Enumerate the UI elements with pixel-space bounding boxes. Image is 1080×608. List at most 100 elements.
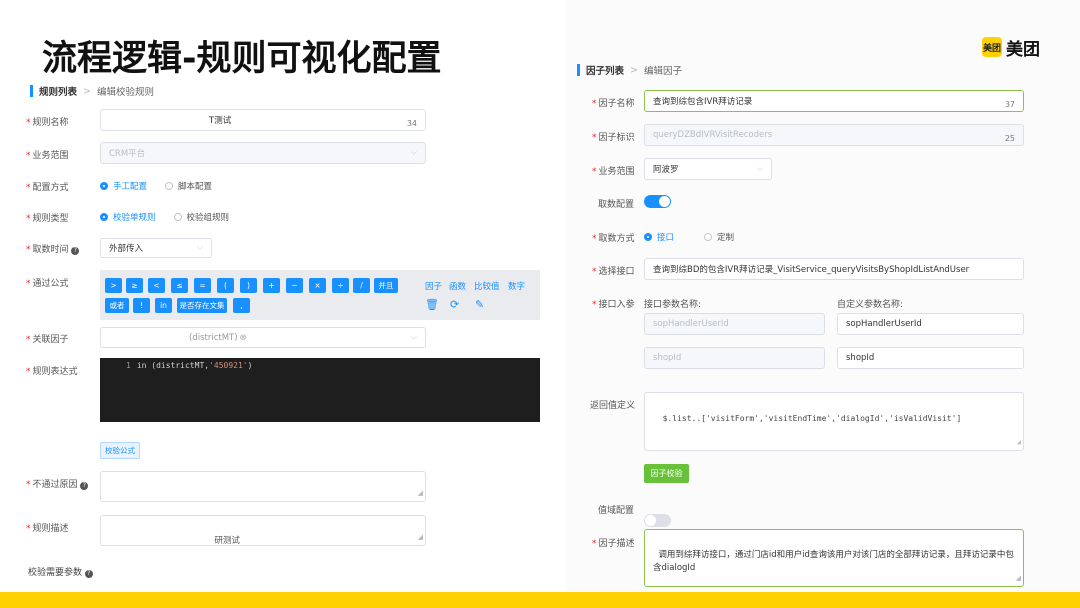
fetch-mode-radios: 接口 定制 — [644, 231, 752, 243]
symbol-exists-button[interactable]: 是否存在文集 — [177, 298, 227, 313]
factor-desc-textarea[interactable]: 调用到综拜访接口，通过门店id和用户id查询该用户对该门店的全部拜访记录，且拜访… — [644, 529, 1024, 587]
symbol-plus-button[interactable]: + — [263, 278, 280, 293]
radio-custom-label[interactable]: 定制 — [717, 231, 734, 243]
edit-icon[interactable]: ✎ — [475, 298, 484, 311]
symbol-gt-button[interactable]: > — [105, 278, 122, 293]
factor-biz-scope-select[interactable]: 阿波罗 ⌵ — [644, 158, 772, 180]
tag-close-icon[interactable]: ⊗ — [240, 333, 247, 343]
radio-single-rule-label[interactable]: 校验单规则 — [113, 211, 156, 223]
formula-link-number[interactable]: 数字 — [508, 280, 525, 292]
biz-scope-select[interactable]: CRM平台 ⌵ — [100, 142, 426, 164]
radio-script-config-label[interactable]: 脚本配置 — [178, 180, 212, 192]
radio-group-rule-label[interactable]: 校验组规则 — [187, 211, 230, 223]
symbol-multiply-button[interactable]: × — [309, 278, 326, 293]
custom-param-name-header: 自定义参数名称: — [837, 300, 904, 310]
custom-param-input-1[interactable]: sopHandlerUserId — [837, 313, 1024, 335]
radio-single-rule[interactable] — [100, 213, 108, 221]
symbol-slash-button[interactable]: / — [353, 278, 370, 293]
return-def-label: 返回值定义 — [590, 401, 636, 411]
resize-handle-icon[interactable]: ◢ — [1017, 436, 1021, 449]
code-keyword: in (districtMT, — [136, 361, 210, 370]
api-param-input-2[interactable]: shopId — [644, 347, 825, 369]
radio-manual-config-label[interactable]: 手工配置 — [113, 180, 147, 192]
linked-factor-tag[interactable]: (districtMT) ⊗ — [189, 333, 247, 343]
footer-accent-bar — [0, 592, 1080, 608]
radio-script-config[interactable] — [165, 182, 174, 190]
symbol-lt-button[interactable]: < — [148, 278, 165, 293]
chevron-down-icon: ⌵ — [410, 332, 417, 341]
factor-desc-value: 调用到综拜访接口，通过门店id和用户id查询该用户对该门店的全部拜访记录，且拜访… — [653, 550, 1014, 573]
chevron-down-icon: ⌵ — [410, 147, 417, 157]
trash-icon[interactable]: 🗑 — [425, 298, 439, 311]
config-mode-label: * 配置方式 — [26, 183, 69, 193]
rule-desc-value: 研测试 — [214, 536, 240, 546]
fail-reason-label: * 不通过原因 ? — [26, 477, 89, 490]
factor-name-input[interactable]: 查询到综包含IVR拜访记录 37 — [644, 90, 1024, 112]
rule-desc-textarea[interactable]: 研测试 ◢ — [100, 515, 426, 546]
fetch-time-select[interactable]: 外部传入 ⌵ — [100, 238, 212, 258]
meituan-logo-icon: 美团 — [982, 37, 1002, 57]
formula-symbol-panel: > ≥ < ≤ = ( ) + − × ÷ / 并且 或者 ! in 是否存在文… — [100, 270, 540, 320]
select-api-label: * 选择接口 — [592, 267, 635, 277]
symbol-or-button[interactable]: 或者 — [105, 298, 129, 313]
custom-param-value-2: shopId — [846, 353, 875, 363]
fail-reason-textarea[interactable]: ◢ — [100, 471, 426, 502]
factor-biz-scope-value: 阿波罗 — [653, 165, 679, 175]
breadcrumb-separator: > — [630, 64, 638, 76]
fetch-mode-label: * 取数方式 — [592, 234, 635, 244]
api-params-label: * 接口入参 — [592, 300, 635, 310]
radio-manual-config[interactable] — [100, 182, 108, 190]
return-def-textarea[interactable]: $.list..['visitForm','visitEndTime','dia… — [644, 392, 1024, 451]
symbol-gte-button[interactable]: ≥ — [126, 278, 143, 293]
api-param-input-1[interactable]: sopHandlerUserId — [644, 313, 825, 335]
symbol-rparen-button[interactable]: ) — [240, 278, 257, 293]
formula-label: * 通过公式 — [26, 279, 69, 289]
symbol-lparen-button[interactable]: ( — [217, 278, 234, 293]
range-config-label: 值域配置 — [598, 506, 635, 516]
code-end: ) — [247, 361, 253, 370]
resize-handle-icon[interactable]: ◢ — [418, 531, 423, 544]
check-formula-button[interactable]: 校验公式 — [100, 442, 140, 459]
radio-api[interactable] — [644, 233, 652, 241]
fetch-time-value: 外部传入 — [109, 244, 144, 254]
range-config-switch[interactable] — [644, 514, 671, 527]
radio-api-label[interactable]: 接口 — [657, 231, 674, 243]
factor-id-input[interactable]: queryDZBdIVRVisitRecoders 25 — [644, 124, 1024, 146]
line-number: 1 — [126, 361, 131, 370]
breadcrumb-accent — [577, 64, 580, 76]
symbol-eq-button[interactable]: = — [194, 278, 211, 293]
formula-link-compare[interactable]: 比较值 — [474, 280, 500, 292]
resize-handle-icon[interactable]: ◢ — [1016, 572, 1021, 585]
symbol-not-button[interactable]: ! — [133, 298, 150, 313]
fetch-time-label: * 取数时间 ? — [26, 242, 80, 255]
symbol-minus-button[interactable]: − — [286, 278, 303, 293]
radio-custom[interactable] — [704, 233, 713, 241]
symbol-divide-button[interactable]: ÷ — [332, 278, 349, 293]
rule-name-input[interactable]: T测试 34 — [100, 109, 426, 131]
select-api-select[interactable]: 查询到综BD的包含IVR拜访记录_VisitService_queryVisit… — [644, 258, 1024, 280]
fetch-config-switch[interactable] — [644, 195, 671, 208]
factor-name-value: 查询到综包含IVR拜访记录 — [653, 97, 753, 107]
factor-editor-panel — [566, 0, 1080, 592]
symbol-comma-button[interactable]: , — [233, 298, 250, 313]
resize-handle-icon[interactable]: ◢ — [418, 487, 423, 500]
rule-expr-code-editor[interactable]: 1 in (districtMT,'450921') — [100, 358, 540, 422]
breadcrumb-rule-list[interactable]: 规则列表 — [39, 84, 77, 98]
refresh-icon[interactable]: ⟳ — [450, 298, 459, 311]
check-factor-button[interactable]: 因子校验 — [644, 464, 689, 483]
formula-link-factor[interactable]: 因子 — [425, 280, 442, 292]
radio-group-rule[interactable] — [173, 213, 182, 221]
breadcrumb-factor-list[interactable]: 因子列表 — [586, 63, 624, 77]
question-circle-icon: ? — [84, 570, 93, 578]
symbol-in-button[interactable]: in — [155, 298, 172, 313]
custom-param-input-2[interactable]: shopId — [837, 347, 1024, 369]
chevron-down-icon: ⌵ — [756, 163, 763, 173]
config-mode-radios: 手工配置 脚本配置 — [100, 180, 230, 192]
linked-factor-select[interactable]: (districtMT) ⊗ ⌵ — [100, 327, 426, 348]
factor-desc-label: * 因子描述 — [592, 539, 635, 549]
symbol-and-button[interactable]: 并且 — [374, 278, 398, 293]
formula-link-function[interactable]: 函数 — [449, 280, 466, 292]
question-circle-icon: ? — [71, 247, 80, 255]
chevron-down-icon: ⌵ — [196, 242, 203, 252]
symbol-lte-button[interactable]: ≤ — [171, 278, 188, 293]
